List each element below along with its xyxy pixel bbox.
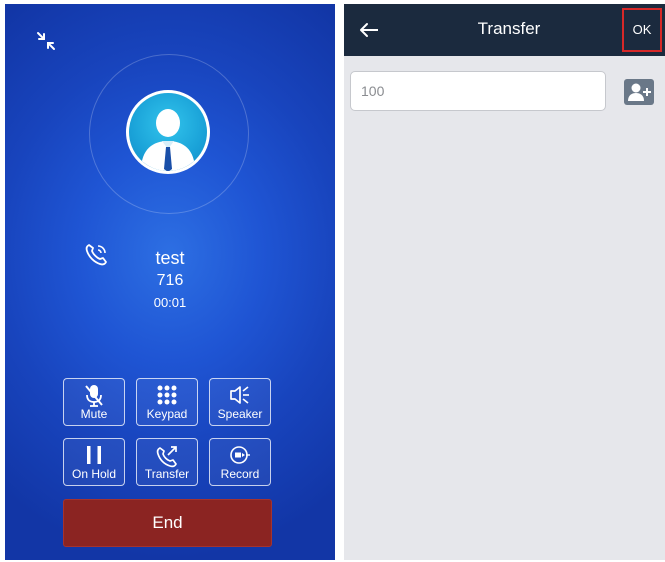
mute-button[interactable]: Mute (63, 378, 125, 426)
on-hold-button[interactable]: On Hold (63, 438, 125, 486)
back-arrow-icon[interactable] (356, 16, 384, 44)
on-hold-label: On Hold (71, 467, 117, 481)
record-icon (230, 446, 250, 464)
transfer-screen: Transfer OK (344, 4, 665, 560)
speaker-icon (230, 386, 249, 404)
keypad-icon (157, 385, 177, 405)
end-call-button[interactable]: End (63, 499, 272, 547)
collapse-arrows-icon[interactable] (33, 28, 59, 54)
phone-ringing-icon (83, 240, 111, 268)
pause-icon (87, 446, 101, 464)
ok-button[interactable]: OK (622, 8, 662, 52)
call-timer: 00:01 (153, 295, 187, 310)
record-button[interactable]: Record (209, 438, 271, 486)
transfer-label: Transfer (144, 467, 190, 481)
call-screen: test 716 00:01 Mute Keypad Speaker On Ho… (5, 4, 335, 560)
keypad-button[interactable]: Keypad (136, 378, 198, 426)
speaker-label: Speaker (217, 407, 263, 421)
transfer-button[interactable]: Transfer (136, 438, 198, 486)
page-title: Transfer (477, 19, 541, 38)
phone-transfer-icon (156, 446, 177, 468)
microphone-mute-icon (85, 385, 103, 407)
mute-label: Mute (80, 407, 108, 421)
avatar (126, 90, 210, 174)
speaker-button[interactable]: Speaker (209, 378, 271, 426)
transfer-number-input[interactable] (350, 71, 606, 111)
transfer-header: Transfer OK (344, 4, 665, 56)
keypad-label: Keypad (146, 407, 188, 421)
record-label: Record (220, 467, 260, 481)
add-contact-icon[interactable] (624, 79, 654, 105)
caller-name: test (155, 248, 185, 268)
caller-number: 716 (156, 272, 184, 289)
